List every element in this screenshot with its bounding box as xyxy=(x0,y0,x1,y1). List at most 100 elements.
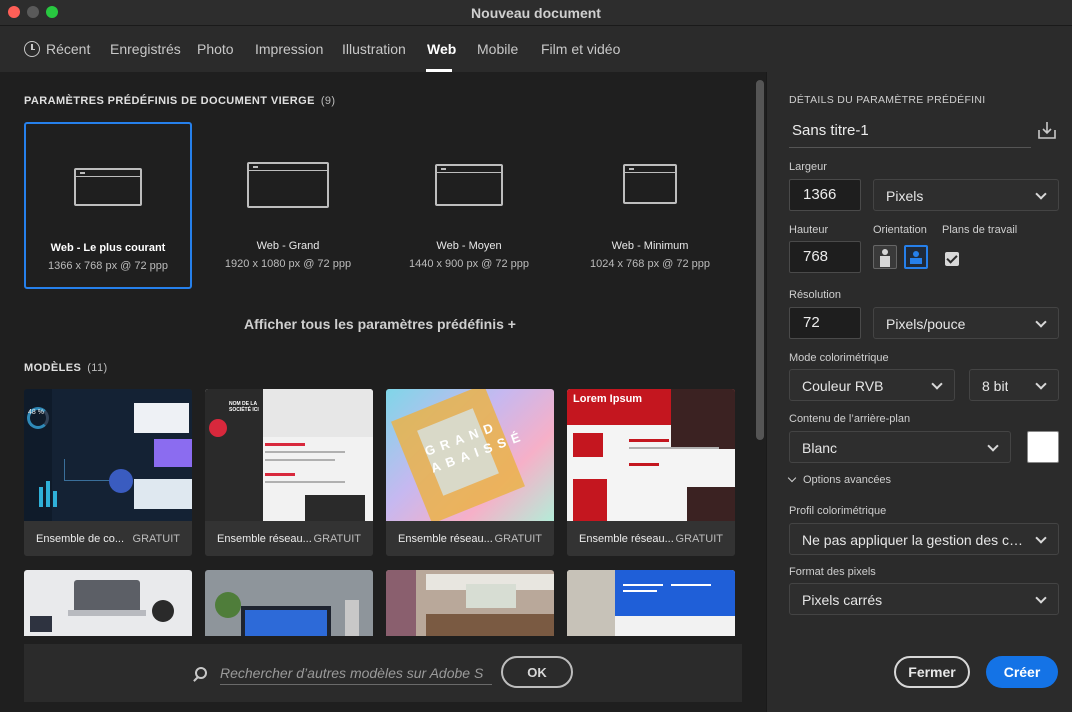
thumbnail-text: NOM DE LA SOCIÉTÉ ICI xyxy=(229,401,259,413)
template-search-bar: OK xyxy=(24,644,742,702)
template-thumbnail: 48 % xyxy=(24,389,192,521)
height-input[interactable]: 768 xyxy=(789,241,861,273)
tab-photo[interactable]: Photo xyxy=(197,41,234,57)
title-bar: Nouveau document xyxy=(0,0,1072,26)
color-profile-value: Ne pas appliquer la gestion des couleurs xyxy=(802,532,1024,548)
width-input[interactable]: 1366 xyxy=(789,179,861,211)
background-label: Contenu de l’arrière-plan xyxy=(789,413,911,425)
preset-web-medium[interactable]: Web - Moyen 1440 x 900 px @ 72 ppp xyxy=(385,122,553,289)
details-title: DÉTAILS DU PARAMÈTRE PRÉDÉFINI xyxy=(789,94,986,106)
tab-film-video[interactable]: Film et vidéo xyxy=(541,41,620,57)
width-unit-select[interactable]: Pixels xyxy=(873,179,1059,211)
preset-name: Web - Moyen xyxy=(436,240,502,252)
chevron-down-icon xyxy=(1035,532,1047,544)
template-card[interactable]: GRAND ABAISSÉ Ensemble réseau... GRATUIT xyxy=(386,389,554,556)
template-name: Ensemble de co... xyxy=(36,533,125,545)
presets-area: PARAMÈTRES PRÉDÉFINIS DE DOCUMENT VIERGE… xyxy=(0,72,766,712)
preset-dims: 1366 x 768 px @ 72 ppp xyxy=(47,260,169,272)
tab-saved[interactable]: Enregistrés xyxy=(110,41,181,57)
show-all-presets-link[interactable]: Afficher tous les paramètres prédéfinis … xyxy=(0,316,760,332)
browser-window-icon xyxy=(74,168,142,206)
preset-dims: 1920 x 1080 px @ 72 ppp xyxy=(224,258,352,270)
orientation-portrait-button[interactable] xyxy=(873,245,897,269)
color-mode-select[interactable]: Couleur RVB xyxy=(789,369,955,401)
chevron-down-icon xyxy=(931,378,943,390)
height-label: Hauteur xyxy=(789,224,829,236)
resolution-label: Résolution xyxy=(789,289,841,301)
color-mode-value: Couleur RVB xyxy=(802,378,884,394)
preset-details-panel: DÉTAILS DU PARAMÈTRE PRÉDÉFINI Sans titr… xyxy=(766,72,1072,712)
template-card[interactable] xyxy=(386,570,554,636)
scrollbar-thumb[interactable] xyxy=(756,80,764,440)
resolution-input[interactable]: 72 xyxy=(789,307,861,339)
preset-web-most-common[interactable]: Web - Le plus courant 1366 x 768 px @ 72… xyxy=(24,122,192,289)
pixel-format-value: Pixels carrés xyxy=(802,592,883,608)
template-card[interactable] xyxy=(205,570,373,636)
tab-web[interactable]: Web xyxy=(427,41,456,57)
color-profile-select[interactable]: Ne pas appliquer la gestion des couleurs xyxy=(789,523,1059,555)
preset-web-large[interactable]: Web - Grand 1920 x 1080 px @ 72 ppp xyxy=(204,122,372,289)
chevron-down-icon xyxy=(1035,378,1047,390)
tab-recent[interactable]: Récent xyxy=(24,41,90,57)
tab-illustration[interactable]: Illustration xyxy=(342,41,406,57)
template-footer: Ensemble réseau... GRATUIT xyxy=(567,521,735,556)
resolution-unit-select[interactable]: Pixels/pouce xyxy=(873,307,1059,339)
tab-print[interactable]: Impression xyxy=(255,41,323,57)
template-thumbnail: GRAND ABAISSÉ xyxy=(386,389,554,521)
pixel-format-label: Format des pixels xyxy=(789,566,876,578)
window-title: Nouveau document xyxy=(471,5,601,21)
presets-count: (9) xyxy=(320,95,336,107)
search-ok-button[interactable]: OK xyxy=(501,656,573,688)
save-preset-icon[interactable] xyxy=(1037,120,1057,140)
artboards-checkbox[interactable] xyxy=(945,252,959,266)
template-card[interactable]: NOM DE LA SOCIÉTÉ ICI Ensemble réseau...… xyxy=(205,389,373,556)
background-color-swatch[interactable] xyxy=(1027,431,1059,463)
presets-scrollbar[interactable] xyxy=(752,80,764,710)
template-footer: Ensemble de co... GRATUIT xyxy=(24,521,192,556)
template-price: GRATUIT xyxy=(675,533,723,545)
template-search-input[interactable] xyxy=(220,661,492,685)
templates-section-title: MODÈLES (11) xyxy=(24,362,108,374)
browser-window-icon xyxy=(435,164,503,206)
preset-web-minimum[interactable]: Web - Minimum 1024 x 768 px @ 72 ppp xyxy=(566,122,734,289)
template-price: GRATUIT xyxy=(313,533,361,545)
template-card[interactable] xyxy=(24,570,192,636)
color-profile-label: Profil colorimétrique xyxy=(789,505,887,517)
advanced-options-toggle[interactable]: Options avancées xyxy=(787,473,892,486)
preset-dims: 1024 x 768 px @ 72 ppp xyxy=(589,258,711,270)
chevron-down-icon xyxy=(1035,592,1047,604)
portrait-icon xyxy=(880,249,890,267)
browser-window-icon xyxy=(247,162,329,208)
template-card[interactable]: Lorem Ipsum Ensemble réseau... GRATUIT xyxy=(567,389,735,556)
template-thumbnail: NOM DE LA SOCIÉTÉ ICI xyxy=(205,389,373,521)
pixel-format-select[interactable]: Pixels carrés xyxy=(789,583,1059,615)
template-name: Ensemble réseau... xyxy=(579,533,674,545)
chevron-down-icon xyxy=(787,473,797,483)
template-name: Ensemble réseau... xyxy=(398,533,493,545)
category-tabs: Récent Enregistrés Photo Impression Illu… xyxy=(0,26,1072,72)
width-label: Largeur xyxy=(789,161,827,173)
preset-name: Web - Grand xyxy=(256,240,320,252)
bit-depth-select[interactable]: 8 bit xyxy=(969,369,1059,401)
tab-label: Récent xyxy=(46,41,91,57)
template-card[interactable] xyxy=(567,570,735,636)
create-button[interactable]: Créer xyxy=(986,656,1058,688)
tab-mobile[interactable]: Mobile xyxy=(477,41,518,57)
close-button[interactable]: Fermer xyxy=(894,656,970,688)
orientation-label: Orientation xyxy=(873,224,927,236)
template-price: GRATUIT xyxy=(132,533,180,545)
width-unit-value: Pixels xyxy=(886,188,924,204)
chevron-down-icon xyxy=(1035,188,1047,200)
presets-title-text: PARAMÈTRES PRÉDÉFINIS DE DOCUMENT VIERGE xyxy=(24,95,315,107)
preset-name: Web - Le plus courant xyxy=(50,242,166,254)
template-card[interactable]: 48 % Ensemble de co... GRATUIT xyxy=(24,389,192,556)
preset-dims: 1440 x 900 px @ 72 ppp xyxy=(408,258,530,270)
document-name-field[interactable]: Sans titre-1 xyxy=(789,116,1031,148)
advanced-options-label: Options avancées xyxy=(803,474,892,486)
template-thumbnail: Lorem Ipsum xyxy=(567,389,735,521)
thumbnail-text: 48 % xyxy=(28,409,44,416)
thumbnail-text: Lorem Ipsum xyxy=(573,393,643,405)
orientation-landscape-button[interactable] xyxy=(904,245,928,269)
background-select[interactable]: Blanc xyxy=(789,431,1011,463)
chevron-down-icon xyxy=(1035,316,1047,328)
